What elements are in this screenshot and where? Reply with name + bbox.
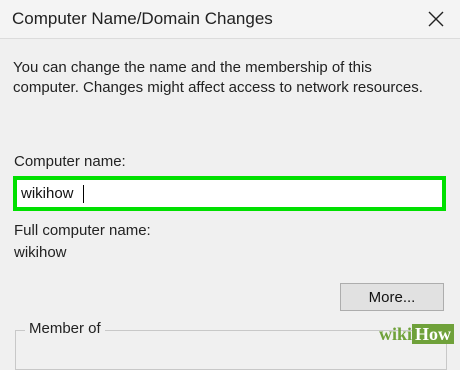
full-computer-name-value: wikihow [14, 244, 67, 261]
window-title: Computer Name/Domain Changes [12, 9, 273, 28]
watermark-part-2: How [412, 324, 454, 344]
full-computer-name-label: Full computer name: [14, 222, 151, 239]
description-text: You can change the name and the membersh… [13, 58, 443, 98]
title-bar: Computer Name/Domain Changes [0, 0, 460, 39]
computer-name-field-highlight [13, 176, 446, 211]
close-icon [428, 11, 444, 27]
computer-name-input[interactable] [17, 180, 442, 207]
text-caret [83, 185, 84, 203]
close-button[interactable] [422, 5, 450, 33]
description-line-1: You can change the name and the membersh… [13, 59, 372, 76]
member-of-label: Member of [25, 320, 105, 337]
wikihow-watermark: wiki How [378, 324, 454, 344]
computer-name-label: Computer name: [14, 153, 126, 170]
description-line-2: computer. Changes might affect access to… [13, 79, 423, 96]
more-button[interactable]: More... [340, 283, 444, 311]
watermark-part-1: wiki [378, 324, 412, 344]
